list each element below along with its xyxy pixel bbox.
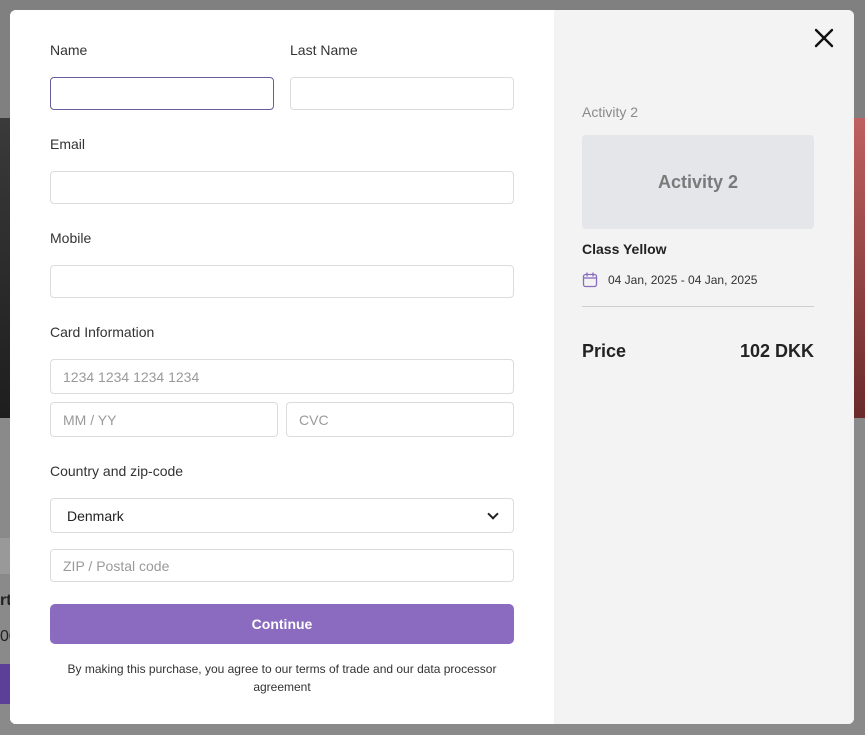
calendar-icon [582, 272, 598, 288]
close-button[interactable] [812, 26, 836, 50]
price-value: 102 DKK [739, 341, 814, 361]
country-selected-value: Denmark [67, 507, 124, 524]
checkout-form: Name Last Name Email Mobile Card Informa… [10, 10, 554, 724]
order-summary: Activity 2 Activity 2 Class Yellow 04 Ja… [554, 10, 854, 724]
name-row: Name Last Name [50, 40, 514, 110]
country-label: Country and zip-code [50, 463, 184, 479]
card-group: Card Information [50, 322, 514, 437]
mobile-label: Mobile [50, 230, 92, 246]
name-label: Name [50, 42, 88, 58]
background-button [0, 664, 10, 704]
last-name-label: Last Name [290, 42, 358, 58]
email-field[interactable] [50, 171, 514, 204]
date-row: 04 Jan, 2025 - 04 Jan, 2025 [582, 272, 757, 288]
mobile-group: Mobile [50, 228, 514, 298]
date-range: 04 Jan, 2025 - 04 Jan, 2025 [608, 273, 758, 287]
divider [582, 306, 814, 307]
chevron-down-icon [487, 507, 499, 520]
terms-text: By making this purchase, you agree to ou… [67, 662, 497, 694]
card-label: Card Information [50, 324, 155, 340]
last-name-field[interactable] [290, 77, 514, 110]
email-group: Email [50, 134, 514, 204]
card-number-field[interactable] [50, 359, 514, 394]
country-select[interactable]: Denmark [50, 498, 514, 533]
mobile-field[interactable] [50, 265, 514, 298]
email-label: Email [50, 136, 86, 152]
cvc-field[interactable] [286, 402, 514, 437]
class-name: Class Yellow [582, 241, 667, 257]
price-row: Price 102 DKK [582, 341, 814, 362]
expiry-field[interactable] [50, 402, 278, 437]
continue-button[interactable]: Continue [50, 604, 514, 644]
name-field[interactable] [50, 77, 274, 110]
close-icon [814, 28, 834, 48]
price-label: Price [582, 341, 627, 361]
activity-image: Activity 2 [582, 135, 814, 229]
checkout-modal: Name Last Name Email Mobile Card Informa… [10, 10, 854, 724]
activity-name: Activity 2 [582, 104, 639, 120]
activity-image-text: Activity 2 [657, 171, 739, 192]
zip-field[interactable] [50, 549, 514, 582]
country-group: Country and zip-code Denmark [50, 461, 514, 582]
